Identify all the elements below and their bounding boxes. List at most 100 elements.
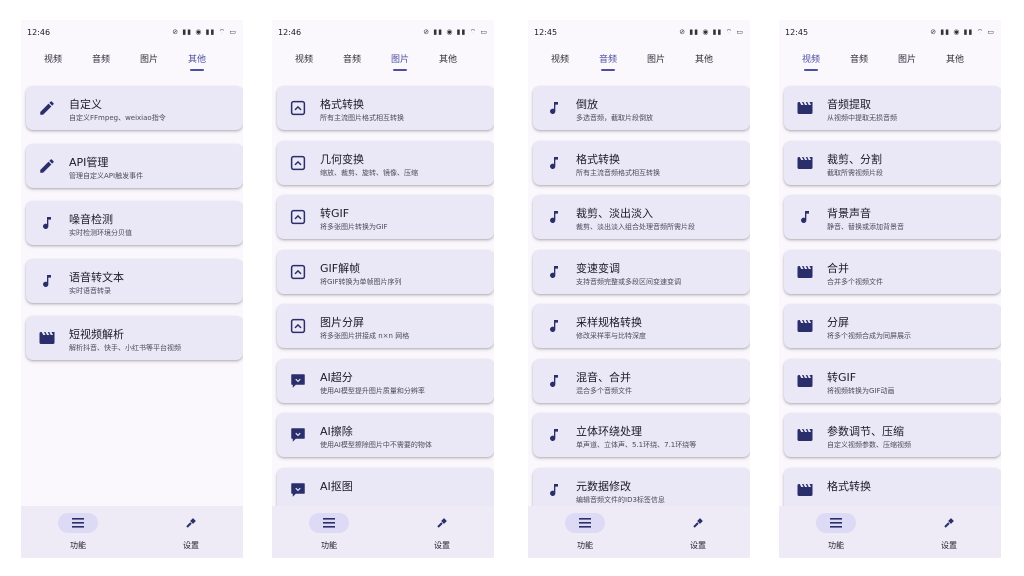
- feature-card[interactable]: 裁剪、淡出淡入 裁剪、淡出淡入组合处理音频所需片段: [533, 195, 750, 239]
- nav-settings[interactable]: 设置: [663, 512, 733, 552]
- tab-image[interactable]: 图片: [376, 52, 424, 71]
- menu-icon: [829, 514, 843, 533]
- feature-card[interactable]: 混音、合并 混合多个音频文件: [533, 359, 750, 403]
- feature-card[interactable]: 合并 合并多个视频文件: [784, 250, 1001, 294]
- nav-functions[interactable]: 功能: [550, 512, 620, 552]
- nav-settings[interactable]: 设置: [407, 512, 477, 552]
- clapperboard-icon: [795, 371, 815, 391]
- nav-label: 设置: [690, 541, 706, 550]
- feature-description: 截取所需视频片段: [827, 169, 883, 177]
- feature-card[interactable]: AI超分 使用AI模型提升图片质量和分辨率: [277, 359, 494, 403]
- nav-functions[interactable]: 功能: [294, 512, 364, 552]
- status-bar: 12:46 ⊘ ▮▮ ◉ ▮▮ ⌔ ▭: [272, 26, 494, 42]
- feature-card[interactable]: 语音转文本 实时语音转录: [26, 259, 243, 303]
- feature-description: 实时检测环境分贝值: [69, 229, 132, 237]
- feature-card[interactable]: 转GIF 将多张图片转换为GIF: [277, 195, 494, 239]
- nav-label: 设置: [183, 541, 199, 550]
- image-icon: [288, 316, 308, 336]
- tab-image[interactable]: 图片: [632, 52, 680, 65]
- feature-card[interactable]: 参数调节、压缩 自定义视频参数、压缩视频: [784, 413, 1001, 457]
- tab-label: 其他: [438, 55, 457, 65]
- feature-card[interactable]: GIF解帧 将GIF转换为单帧图片序列: [277, 250, 494, 294]
- feature-card[interactable]: 倒放 多选音频，截取片段倒放: [533, 86, 750, 130]
- settings-icon: [185, 514, 197, 533]
- menu-icon: [322, 514, 336, 533]
- feature-card[interactable]: 采样规格转换 修改采样率与比特深度: [533, 304, 750, 348]
- nav-functions[interactable]: 功能: [43, 512, 113, 552]
- feature-description: 混合多个音频文件: [576, 387, 632, 395]
- tab-other[interactable]: 其他: [173, 52, 221, 71]
- feature-description: 实时语音转录: [69, 287, 111, 295]
- status-icons: ⊘ ▮▮ ◉ ▮▮ ⌔ ▭: [679, 28, 744, 36]
- tab-other[interactable]: 其他: [680, 52, 728, 65]
- ai-chat-icon: [288, 480, 308, 500]
- feature-description: 支持音频完整或多段区间变速变调: [576, 278, 681, 286]
- feature-title: 转GIF: [320, 207, 350, 220]
- feature-title: GIF解帧: [320, 262, 361, 275]
- tab-audio[interactable]: 音频: [77, 52, 125, 65]
- feature-card[interactable]: 自定义 自定义FFmpeg、weixiao指令: [26, 86, 243, 130]
- tab-audio[interactable]: 音频: [328, 52, 376, 65]
- feature-title: 短视频解析: [69, 328, 124, 341]
- feature-title: 几何变换: [320, 153, 364, 166]
- tab-audio[interactable]: 音频: [835, 52, 883, 65]
- feature-card[interactable]: 音频提取从视频中提取无损音频: [784, 86, 1001, 130]
- feature-card[interactable]: 分屏 将多个视频合成为同屏展示: [784, 304, 1001, 348]
- tab-video[interactable]: 视频: [280, 52, 328, 65]
- clapperboard-icon: [795, 480, 815, 500]
- nav-label: 功能: [70, 541, 86, 550]
- feature-card[interactable]: 几何变换 缩放、裁剪、旋转、镜像、压缩: [277, 141, 494, 185]
- music-note-icon: [795, 207, 815, 227]
- tab-active-indicator: [804, 69, 818, 71]
- tab-image[interactable]: 图片: [883, 52, 931, 65]
- music-note-icon: [544, 262, 564, 282]
- feature-card[interactable]: API管理 管理自定义API触发事件: [26, 144, 243, 188]
- feature-title: 格式转换: [320, 98, 364, 111]
- bottom-navigation: 功能 设置: [779, 506, 1001, 558]
- nav-label: 设置: [434, 541, 450, 550]
- feature-description: 所有主流音频格式相互转换: [576, 169, 660, 177]
- feature-card[interactable]: 噪音检测 实时检测环境分贝值: [26, 201, 243, 245]
- feature-card[interactable]: AI擦除 使用AI模型擦除图片中不需要的物体: [277, 413, 494, 457]
- clapperboard-icon: [795, 262, 815, 282]
- image-icon: [288, 262, 308, 282]
- feature-description: 从视频中提取无损音频: [827, 114, 897, 122]
- nav-indicator: [422, 513, 462, 533]
- phone-screen-video: 12:45 ⊘ ▮▮ ◉ ▮▮ ⌔ ▭ 视频 音频 图片 其他音频提取从视频中提取无损音频…: [779, 20, 1001, 558]
- tab-other[interactable]: 其他: [424, 52, 472, 65]
- feature-title: AI超分: [320, 371, 353, 384]
- nav-settings[interactable]: 设置: [914, 512, 984, 552]
- pencil-icon: [37, 156, 57, 176]
- nav-functions[interactable]: 功能: [801, 512, 871, 552]
- music-note-icon: [37, 213, 57, 233]
- ai-chat-icon: [288, 371, 308, 391]
- music-note-icon: [544, 98, 564, 118]
- status-bar: 12:45 ⊘ ▮▮ ◉ ▮▮ ⌔ ▭: [779, 26, 1001, 42]
- menu-icon: [71, 514, 85, 533]
- tab-other[interactable]: 其他: [931, 52, 979, 65]
- phone-screen-image: 12:46 ⊘ ▮▮ ◉ ▮▮ ⌔ ▭ 视频 音频 图片 其他格式转换 所有主流图片格式相互…: [272, 20, 494, 558]
- tab-video[interactable]: 视频: [536, 52, 584, 65]
- feature-description: 合并多个视频文件: [827, 278, 883, 286]
- tab-video[interactable]: 视频: [29, 52, 77, 65]
- tab-video[interactable]: 视频: [787, 52, 835, 71]
- feature-description: 多选音频，截取片段倒放: [576, 114, 653, 122]
- feature-card[interactable]: 图片分屏 将多张图片拼接成 n×n 网格: [277, 304, 494, 348]
- tab-label: 视频: [294, 55, 313, 65]
- tab-audio[interactable]: 音频: [584, 52, 632, 71]
- feature-card[interactable]: 短视频解析 解析抖音、快手、小红书等平台视频: [26, 316, 243, 360]
- feature-card[interactable]: 转GIF 将视频转换为GIF动画: [784, 359, 1001, 403]
- nav-settings[interactable]: 设置: [156, 512, 226, 552]
- feature-card[interactable]: 格式转换 所有主流图片格式相互转换: [277, 86, 494, 130]
- feature-description: 静音、替换或添加背景音: [827, 223, 904, 231]
- feature-card[interactable]: 变速变调 支持音频完整或多段区间变速变调: [533, 250, 750, 294]
- music-note-icon: [544, 207, 564, 227]
- feature-card[interactable]: 格式转换 所有主流音频格式相互转换: [533, 141, 750, 185]
- feature-description: 将视频转换为GIF动画: [827, 387, 895, 395]
- feature-card[interactable]: 立体环绕处理 单声道、立体声、5.1环绕、7.1环绕等: [533, 413, 750, 457]
- feature-title: 音频提取: [827, 98, 871, 111]
- image-icon: [288, 98, 308, 118]
- tab-image[interactable]: 图片: [125, 52, 173, 65]
- feature-card[interactable]: 裁剪、分割 截取所需视频片段: [784, 141, 1001, 185]
- feature-card[interactable]: 背景声音 静音、替换或添加背景音: [784, 195, 1001, 239]
